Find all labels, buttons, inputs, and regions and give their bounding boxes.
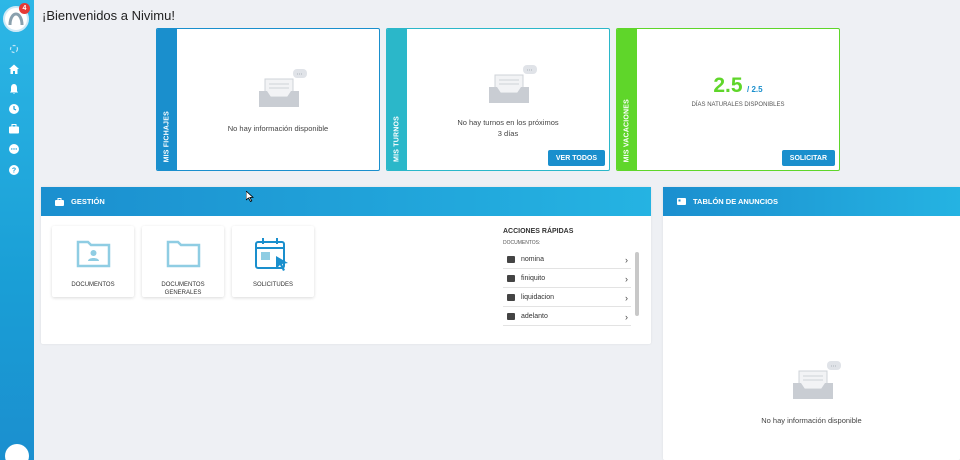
- notification-badge: 4: [19, 3, 30, 14]
- vacaciones-value-row: 2.5 / 2.5: [637, 74, 839, 98]
- vacaciones-caption: DÍAS NATURALES DISPONIBLES: [691, 102, 785, 108]
- mouse-cursor-icon: [246, 191, 254, 202]
- chevron-right-icon: ›: [625, 273, 628, 284]
- solicitar-button[interactable]: SOLICITAR: [781, 150, 835, 166]
- tile-documentos[interactable]: DOCUMENTOS: [52, 226, 134, 297]
- chevron-right-icon: ›: [625, 254, 628, 265]
- anuncios-header: TABLÓN DE ANUNCIOS: [663, 187, 960, 216]
- quick-actions-scrollbar[interactable]: [635, 252, 639, 316]
- help-icon[interactable]: ?: [7, 163, 20, 176]
- tile-solicitudes[interactable]: SOLICITUDES: [232, 226, 314, 297]
- briefcase-icon: [55, 197, 64, 206]
- quick-action-finiquito[interactable]: finiquito ›: [503, 270, 631, 288]
- turnos-label: MIS TURNOS: [393, 116, 401, 162]
- tile-solicitudes-label: SOLICITUDES: [252, 282, 293, 288]
- vacaciones-strip: MIS VACACIONES: [617, 29, 637, 170]
- turnos-card: MIS TURNOS No hay turnos en los próximos…: [386, 28, 610, 171]
- folder-user-icon: [76, 240, 111, 268]
- quick-actions-subtitle: DOCUMENTOS:: [503, 240, 541, 246]
- document-user-icon: [507, 256, 515, 263]
- fichajes-message: No hay información disponible: [227, 124, 329, 133]
- bell-icon[interactable]: [7, 82, 20, 95]
- page-title: ¡Bienvenidos a Nivimu!: [42, 8, 175, 23]
- tile-documentos-label: DOCUMENTOS: [71, 282, 115, 288]
- chat-icon[interactable]: [7, 142, 20, 155]
- empty-inbox-icon: [489, 65, 537, 103]
- vacaciones-value: 2.5: [713, 74, 743, 97]
- tile-documentos-generales-line2: GENERALES: [164, 290, 202, 296]
- clock-icon[interactable]: [7, 102, 20, 115]
- sidebar: 4 ?: [0, 0, 34, 460]
- quick-action-label: nomina: [521, 256, 544, 263]
- anuncios-title: TABLÓN DE ANUNCIOS: [693, 197, 778, 206]
- document-user-icon: [507, 294, 515, 301]
- folder-icon: [166, 240, 201, 268]
- quick-action-liquidacion[interactable]: liquidacion ›: [503, 289, 631, 307]
- quick-action-label: finiquito: [521, 275, 546, 282]
- briefcase-icon[interactable]: [7, 122, 20, 135]
- fichajes-card: MIS FICHAJES No hay información disponib…: [156, 28, 380, 171]
- quick-action-label: liquidacion: [521, 294, 555, 301]
- svg-text:?: ?: [11, 167, 15, 174]
- turnos-message-line1: No hay turnos en los próximos: [457, 118, 559, 127]
- tile-documentos-generales-line1: DOCUMENTOS: [161, 282, 205, 288]
- turnos-message-line2: 3 días: [497, 129, 519, 138]
- tile-documentos-generales-label: DOCUMENTOS GENERALES: [142, 281, 224, 297]
- user-menu-button[interactable]: [5, 444, 29, 460]
- gestion-title: GESTIÓN: [71, 197, 105, 206]
- turnos-message: No hay turnos en los próximos 3 días: [407, 117, 609, 139]
- empty-inbox-icon: [793, 361, 841, 399]
- document-user-icon: [507, 275, 515, 282]
- vacaciones-total: / 2.5: [747, 85, 763, 94]
- chevron-right-icon: ›: [625, 292, 628, 303]
- document-user-icon: [507, 313, 515, 320]
- fichajes-strip: MIS FICHAJES: [157, 29, 177, 170]
- turnos-strip: MIS TURNOS: [387, 29, 407, 170]
- quick-action-label: adelanto: [521, 313, 548, 320]
- anuncios-panel: TABLÓN DE ANUNCIOS No hay información di…: [663, 187, 960, 460]
- vacaciones-label: MIS VACACIONES: [623, 98, 631, 162]
- chevron-right-icon: ›: [625, 311, 628, 322]
- home-icon[interactable]: [7, 62, 20, 75]
- vacaciones-card: MIS VACACIONES 2.5 / 2.5 DÍAS NATURALES …: [616, 28, 840, 171]
- tile-documentos-generales[interactable]: DOCUMENTOS GENERALES: [142, 226, 224, 297]
- quick-actions-title: ACCIONES RÁPIDAS: [503, 228, 574, 235]
- calendar-cursor-icon: [255, 238, 288, 271]
- anuncios-message: No hay información disponible: [761, 416, 862, 425]
- ver-todos-button[interactable]: VER TODOS: [547, 150, 605, 166]
- quick-action-adelanto[interactable]: adelanto ›: [503, 308, 631, 326]
- fichajes-label: MIS FICHAJES: [163, 110, 171, 162]
- gestion-header: GESTIÓN: [41, 187, 651, 216]
- board-icon: [677, 198, 686, 205]
- quick-action-nomina[interactable]: nomina ›: [503, 251, 631, 269]
- empty-inbox-icon: [259, 69, 307, 107]
- loading-icon: [7, 42, 20, 55]
